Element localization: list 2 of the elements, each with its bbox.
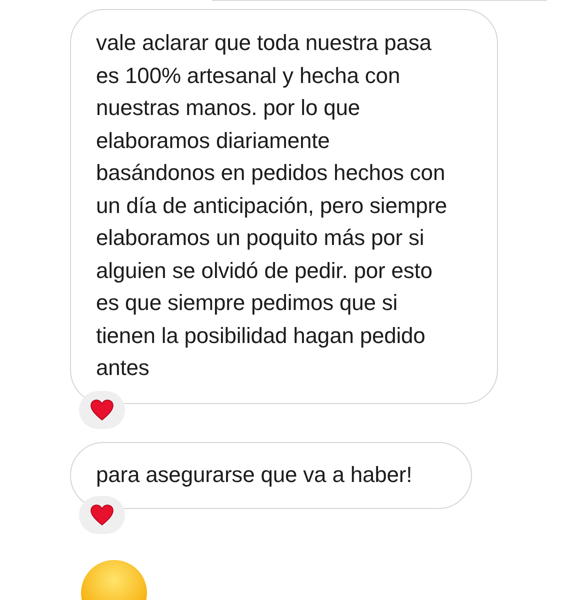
heart-icon xyxy=(90,504,114,526)
heart-icon xyxy=(90,398,114,420)
